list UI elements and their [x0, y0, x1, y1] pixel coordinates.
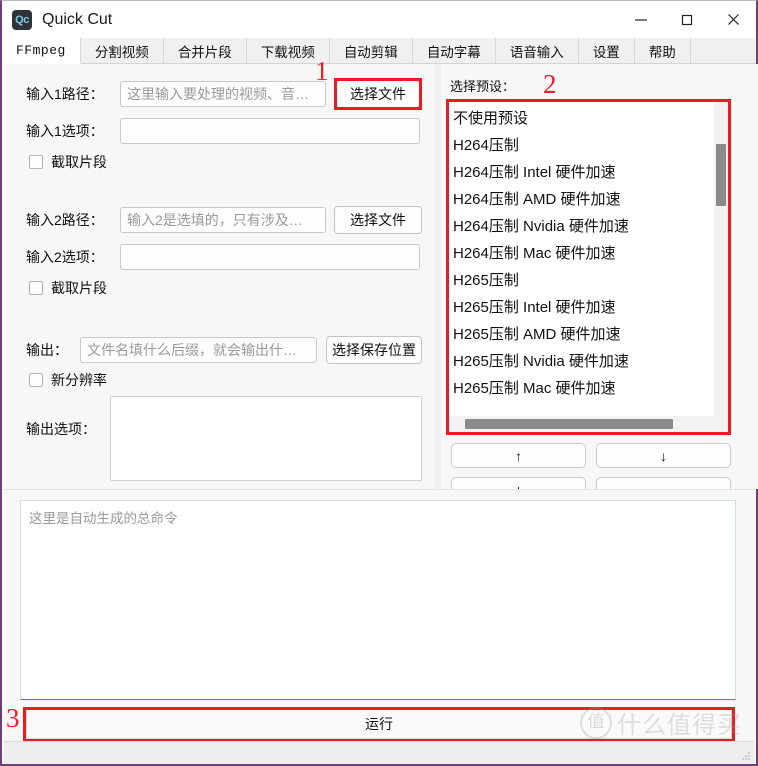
tab-ffmpeg[interactable]: FFmpeg [2, 38, 81, 64]
list-item[interactable]: H264压制 AMD 硬件加速 [453, 186, 714, 213]
app-window: Qc Quick Cut FFmpeg 分割视频 合并片段 下载视频 自动剪辑 … [0, 0, 758, 766]
output-row: 输出： [26, 340, 68, 360]
output-input[interactable]: 文件名填什么后缀，就会输出什… [80, 337, 317, 363]
input1-options-row: 输入1选项： [26, 121, 104, 141]
clip1-checkbox-row[interactable]: 截取片段 [29, 152, 107, 172]
list-item[interactable]: 不使用预设 [453, 105, 714, 132]
preset-move-down-button[interactable]: ↓ [596, 443, 731, 468]
tab-help[interactable]: 帮助 [634, 38, 691, 63]
output-options-label: 输出选项： [26, 421, 96, 437]
annotation-number-3: 3 [6, 703, 20, 733]
preset-panel: 选择预设： 2 不使用预设 H264压制 H264压制 Intel 硬件加速 H… [441, 64, 758, 537]
app-logo-icon: Qc [12, 9, 32, 30]
input2-options-row: 输入2选项： [26, 247, 104, 267]
list-item[interactable]: H264压制 [453, 132, 714, 159]
list-item[interactable]: H265压制 Mac 硬件加速 [453, 375, 714, 402]
input1-path-row: 输入1路径： [26, 84, 104, 104]
output-label: 输出： [26, 342, 68, 358]
input1-path-label: 输入1路径： [26, 86, 104, 102]
window-controls [618, 1, 756, 38]
run-button[interactable]: 运行 [26, 709, 732, 739]
tab-split-video[interactable]: 分割视频 [80, 38, 164, 63]
tab-settings[interactable]: 设置 [578, 38, 635, 63]
list-item[interactable]: H264压制 Intel 硬件加速 [453, 159, 714, 186]
tab-auto-subtitle[interactable]: 自动字幕 [412, 38, 496, 63]
command-textarea[interactable]: 这里是自动生成的总命令 [20, 500, 736, 700]
tab-bar: FFmpeg 分割视频 合并片段 下载视频 自动剪辑 自动字幕 语音输入 设置 … [2, 38, 756, 64]
clip1-checkbox[interactable] [29, 155, 43, 169]
list-item[interactable]: H264压制 Nvidia 硬件加速 [453, 213, 714, 240]
close-icon[interactable] [710, 1, 756, 38]
output-options-row: 输出选项： [26, 419, 96, 439]
input2-path-label: 输入2路径： [26, 212, 104, 228]
list-item[interactable]: H265压制 Intel 硬件加速 [453, 294, 714, 321]
preset-listbox[interactable]: 不使用预设 H264压制 H264压制 Intel 硬件加速 H264压制 AM… [448, 101, 729, 433]
preset-vertical-scrollbar[interactable] [714, 102, 728, 416]
clip2-checkbox[interactable] [29, 281, 43, 295]
list-item[interactable]: H265压制 Nvidia 硬件加速 [453, 348, 714, 375]
input2-options-label: 输入2选项： [26, 249, 104, 265]
new-resolution-label: 新分辨率 [51, 372, 107, 388]
tab-auto-edit[interactable]: 自动剪辑 [329, 38, 413, 63]
title-bar: Qc Quick Cut [2, 1, 756, 38]
choose-file-2-button[interactable]: 选择文件 [334, 206, 422, 234]
annotation-number-1: 1 [315, 56, 329, 86]
input1-options-input[interactable] [120, 118, 420, 144]
input2-path-input[interactable]: 输入2是选填的，只有涉及… [120, 207, 326, 233]
command-panel: 这里是自动生成的总命令 运行 3 值 什么值得买 [4, 489, 754, 764]
input2-path-row: 输入2路径： [26, 210, 104, 230]
list-item[interactable]: H265压制 [453, 267, 714, 294]
maximize-icon[interactable] [664, 1, 710, 38]
list-item[interactable]: H265压制 AMD 硬件加速 [453, 321, 714, 348]
main-content: 输入1路径： 这里输入要处理的视频、音… 选择文件 输入1选项： 截取片段 输入… [2, 58, 758, 764]
window-title: Quick Cut [42, 10, 113, 28]
clip1-label: 截取片段 [51, 154, 107, 170]
preset-horizontal-scroll-thumb[interactable] [465, 419, 673, 429]
annotation-number-2: 2 [543, 69, 557, 99]
new-resolution-checkbox-row[interactable]: 新分辨率 [29, 370, 107, 390]
preset-list-items: 不使用预设 H264压制 H264压制 Intel 硬件加速 H264压制 AM… [449, 102, 714, 416]
list-item[interactable]: H264压制 Mac 硬件加速 [453, 240, 714, 267]
minimize-icon[interactable] [618, 1, 664, 38]
scrollbar-corner [714, 416, 728, 432]
preset-vertical-scroll-thumb[interactable] [716, 144, 726, 206]
preset-section-label: 选择预设： [450, 79, 516, 94]
ffmpeg-form-panel: 输入1路径： 这里输入要处理的视频、音… 选择文件 输入1选项： 截取片段 输入… [4, 58, 436, 489]
choose-file-1-button[interactable]: 选择文件 [336, 80, 420, 108]
preset-horizontal-scrollbar[interactable] [449, 416, 714, 432]
tab-merge-clips[interactable]: 合并片段 [163, 38, 247, 63]
clip2-label: 截取片段 [51, 280, 107, 296]
choose-save-location-button[interactable]: 选择保存位置 [326, 336, 422, 364]
resize-grip-icon[interactable] [741, 751, 751, 761]
tab-voice-input[interactable]: 语音输入 [495, 38, 579, 63]
input1-path-input[interactable]: 这里输入要处理的视频、音… [120, 81, 326, 107]
new-resolution-checkbox[interactable] [29, 373, 43, 387]
clip2-checkbox-row[interactable]: 截取片段 [29, 278, 107, 298]
status-bar [4, 741, 754, 764]
input1-options-label: 输入1选项： [26, 123, 104, 139]
preset-move-up-button[interactable]: ↑ [451, 443, 586, 468]
input2-options-input[interactable] [120, 244, 420, 270]
output-options-textarea[interactable] [110, 396, 422, 481]
